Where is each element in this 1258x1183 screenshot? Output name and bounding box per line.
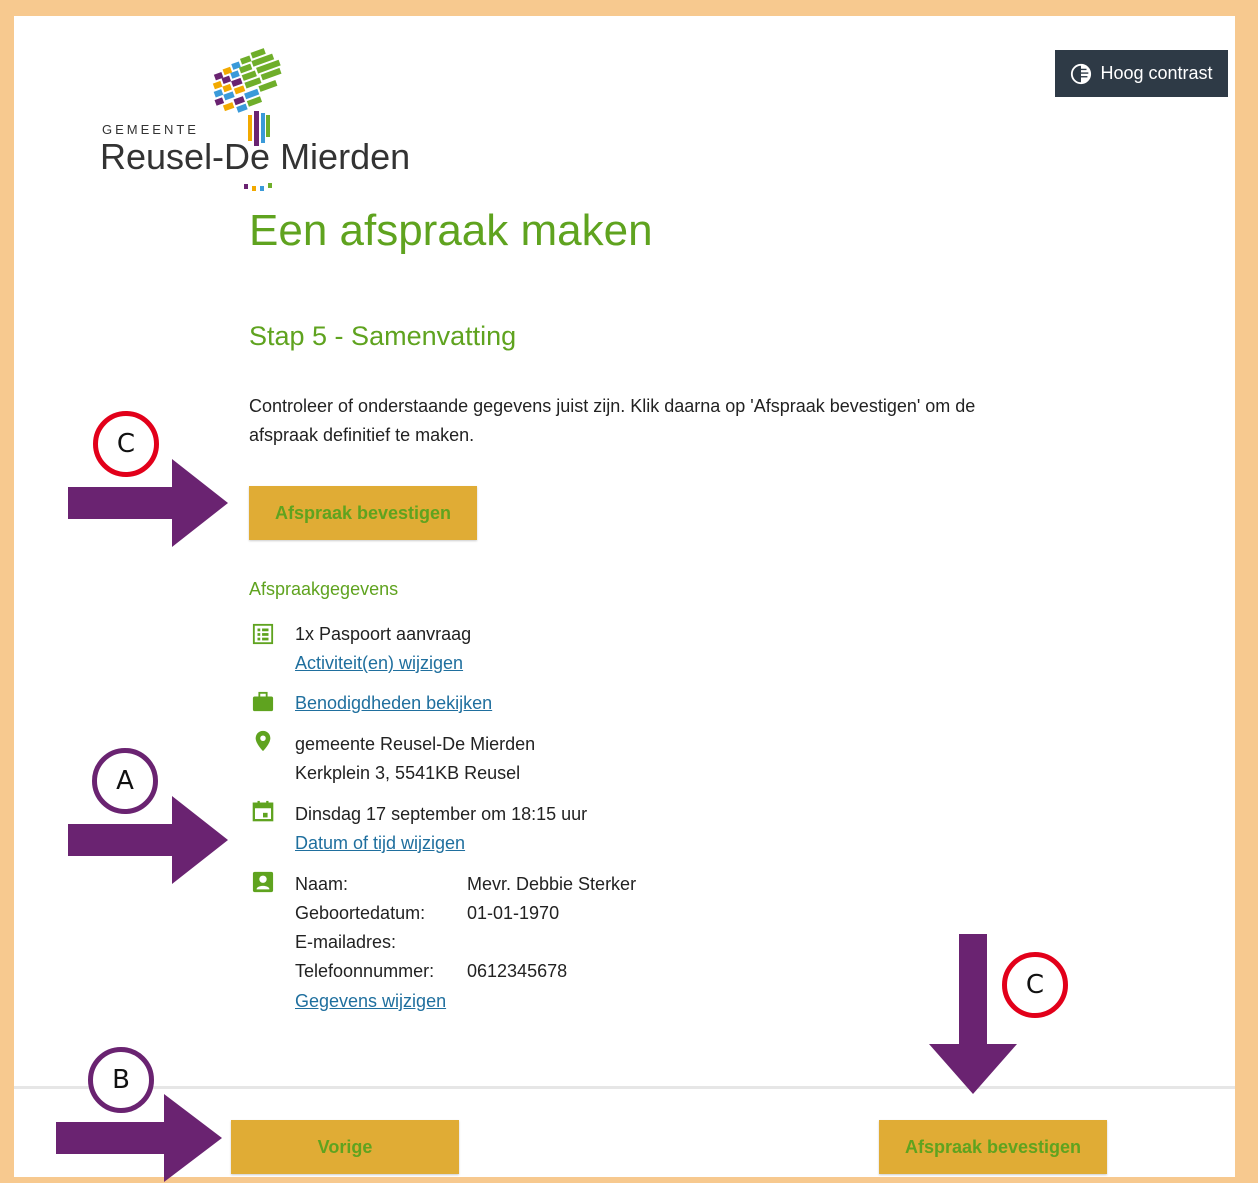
step-title: Stap 5 - Samenvatting (249, 321, 517, 351)
confirm-appointment-footer-button[interactable]: Afspraak bevestigen (879, 1120, 1107, 1174)
dob-label: Geboortedatum: (295, 903, 426, 923)
location-name: gemeente Reusel-De Mierden (295, 734, 536, 754)
annotation-marker-a: A (92, 748, 158, 814)
previous-button[interactable]: Vorige (231, 1120, 459, 1174)
name-label: Naam: (295, 874, 349, 894)
activity-text: 1x Paspoort aanvraag (295, 624, 472, 644)
briefcase-icon (252, 691, 274, 712)
change-activities-link[interactable]: Activiteit(en) wijzigen (295, 649, 463, 678)
confirm-appointment-button[interactable]: Afspraak bevestigen (249, 486, 477, 540)
annotation-marker-c-top: C (93, 411, 159, 477)
name-value: Mevr. Debbie Sterker (467, 874, 637, 894)
calendar-icon (252, 800, 274, 822)
list-icon (252, 623, 274, 645)
location-pin-icon (255, 730, 271, 752)
dob-value: 01-01-1970 (467, 903, 560, 923)
change-details-link[interactable]: Gegevens wijzigen (295, 987, 446, 1016)
appointment-details-heading: Afspraakgegevens (249, 579, 399, 599)
phone-label: Telefoonnummer: (295, 961, 435, 981)
email-label: E-mailadres: (295, 932, 397, 952)
contrast-icon (1071, 63, 1092, 84)
high-contrast-label: Hoog contrast (1100, 63, 1213, 83)
logo-name: Reusel-De Mierden (100, 136, 411, 177)
view-requirements-link[interactable]: Benodigdheden bekijken (295, 689, 492, 718)
annotation-marker-c-bottom: C (1002, 952, 1068, 1018)
intro-text: Controleer of onderstaande gegevens juis… (249, 396, 976, 445)
annotation-marker-b: B (88, 1047, 154, 1113)
high-contrast-button[interactable]: Hoog contrast (1055, 50, 1228, 97)
appointment-datetime: Dinsdag 17 september om 18:15 uur (295, 804, 588, 824)
page-title: Een afspraak maken (249, 206, 653, 255)
change-datetime-link[interactable]: Datum of tijd wijzigen (295, 829, 465, 858)
location-address: Kerkplein 3, 5541KB Reusel (295, 763, 521, 783)
phone-value: 0612345678 (467, 961, 568, 981)
person-badge-icon (252, 871, 274, 893)
arrow-icon (929, 934, 1017, 1094)
municipality-logo[interactable]: GEMEENTE Reusel-De Mierden (100, 41, 452, 201)
footer-divider (14, 1086, 1235, 1089)
logo-subtitle: GEMEENTE (102, 122, 199, 137)
